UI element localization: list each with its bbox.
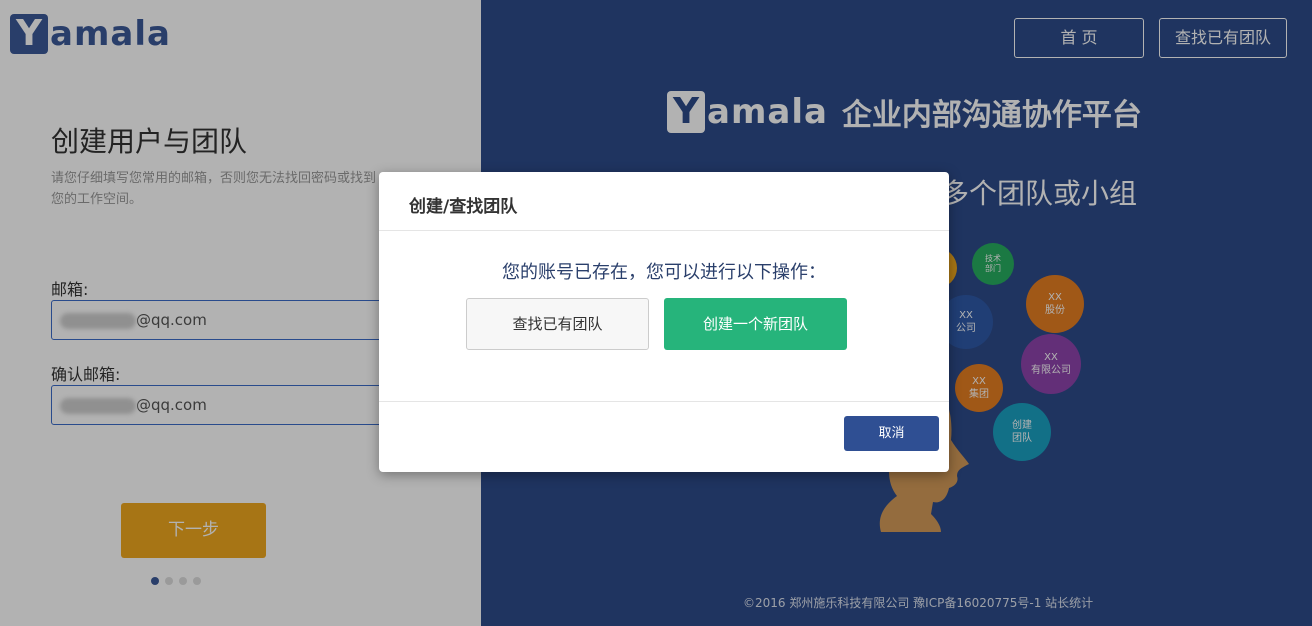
create-new-team-button[interactable]: 创建一个新团队: [664, 298, 847, 350]
dialog-footer-divider: [379, 401, 949, 402]
create-find-team-dialog: 创建/查找团队 您的账号已存在，您可以进行以下操作： 查找已有团队 创建一个新团…: [379, 172, 949, 472]
dialog-message: 您的账号已存在，您可以进行以下操作：: [502, 262, 826, 283]
cancel-button[interactable]: 取消: [844, 416, 939, 451]
dialog-divider: [379, 230, 949, 231]
find-existing-team-button[interactable]: 查找已有团队: [466, 298, 649, 350]
dialog-title: 创建/查找团队: [409, 197, 518, 217]
